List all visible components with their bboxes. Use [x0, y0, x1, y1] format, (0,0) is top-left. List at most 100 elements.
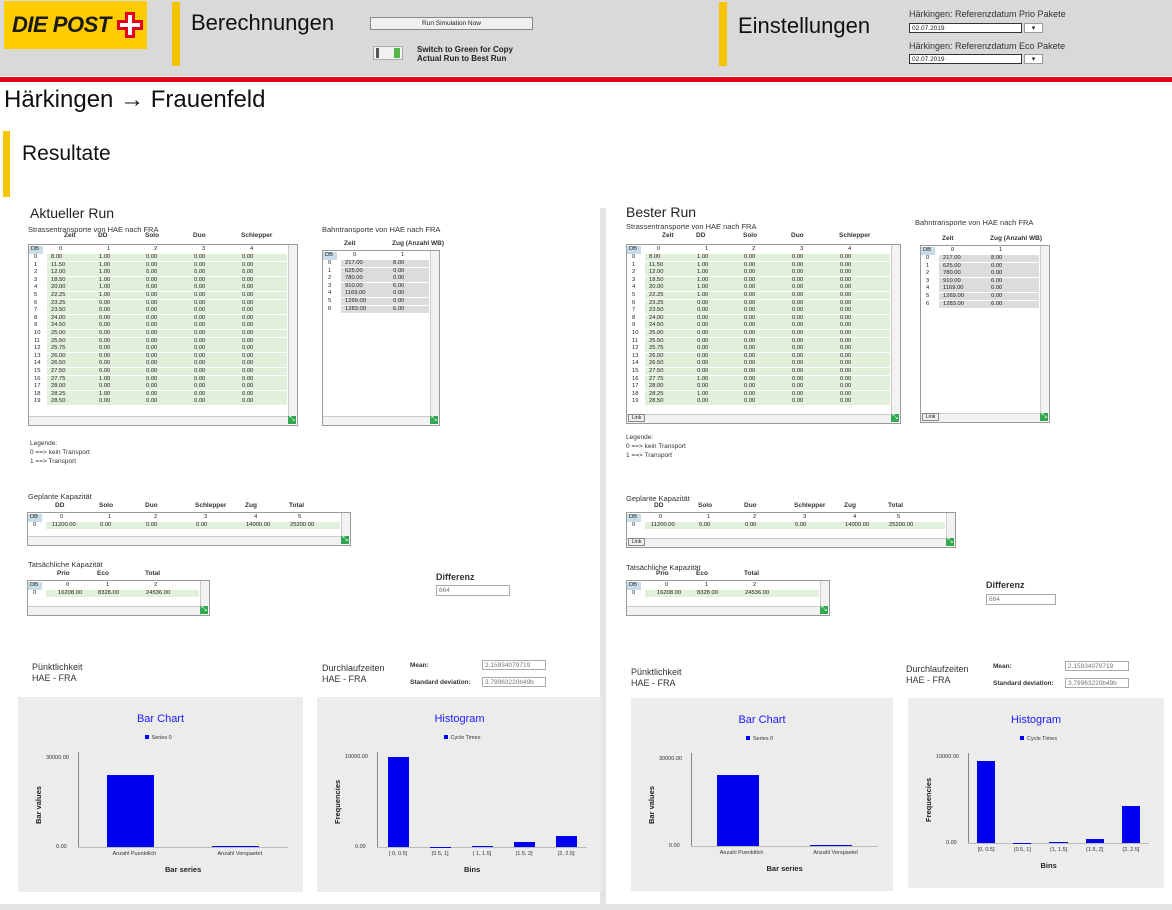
table-row: 9 24.50 0.00 0.00 0.00 0.00	[627, 322, 900, 330]
resize-icon[interactable]: ⤡	[288, 416, 296, 424]
eco-date-dropdown[interactable]: ▾	[1024, 54, 1043, 64]
resize-icon[interactable]: ⤡	[430, 416, 438, 424]
table-cell: 0.00	[697, 330, 709, 336]
y-axis-label: Bar values	[647, 785, 656, 824]
y-tick-label: 0.00	[669, 843, 680, 849]
copy-toggle-switch[interactable]	[373, 46, 403, 60]
table-row: 3 910.00 6.00	[323, 283, 439, 291]
grid-index-cell: 2	[154, 246, 158, 252]
prio-date-field[interactable]: 02.07.2019	[909, 23, 1022, 33]
table-cell: 24.00	[51, 314, 66, 321]
horizontal-scrollbar[interactable]	[627, 414, 892, 423]
kap-col-header: Duo	[744, 502, 757, 509]
link-button[interactable]: Link	[628, 414, 645, 422]
strasse-col-header: DD	[696, 232, 706, 239]
grid-index-cell: 4	[848, 246, 852, 252]
table-cell: 0.00	[194, 337, 206, 344]
vertical-scrollbar[interactable]	[820, 581, 829, 607]
horizontal-scrollbar[interactable]	[627, 606, 821, 615]
table-cell: 14000.00	[246, 522, 271, 528]
table-cell: 1	[926, 262, 930, 269]
vertical-scrollbar[interactable]	[1040, 246, 1049, 414]
table-cell: 8.00	[51, 254, 63, 260]
horizontal-scrollbar[interactable]	[627, 538, 947, 547]
vertical-scrollbar[interactable]	[946, 513, 955, 539]
legend-label: Series 0	[151, 735, 172, 741]
table-cell: 0.00	[146, 254, 158, 260]
tat-col-header: Total	[145, 570, 161, 577]
table-cell: 8328.00	[697, 590, 718, 596]
table-cell: 6.00	[991, 277, 1003, 284]
table-cell: 0.00	[393, 267, 405, 274]
grid-index-cell: 2	[753, 582, 757, 588]
mean-field[interactable]: 2.15934079719	[482, 660, 546, 670]
link-button[interactable]: Link	[922, 413, 939, 421]
resize-icon[interactable]: ⤡	[820, 606, 828, 614]
table-cell: 1169.00	[943, 285, 964, 292]
table-cell: 0.00	[99, 360, 111, 367]
chart-legend: Series 0	[746, 736, 773, 742]
horizontal-scrollbar[interactable]	[28, 606, 201, 615]
table-cell: 3	[632, 276, 636, 283]
table-cell: 1.00	[99, 276, 111, 283]
table-cell: 4	[632, 284, 636, 291]
grid-index-cell: DB	[28, 514, 42, 522]
differenz-field[interactable]: 664	[436, 585, 510, 596]
eco-date-field[interactable]: 02.07.2019	[909, 54, 1022, 64]
table-cell: 0.00	[840, 261, 852, 268]
table-cell: 11200.00	[52, 522, 76, 528]
std-field[interactable]: 3.79963220b49b	[482, 677, 546, 687]
run-simulation-button[interactable]: Run Simulation Now	[370, 17, 533, 30]
resize-icon[interactable]: ⤡	[891, 414, 899, 422]
resize-icon[interactable]: ⤡	[341, 536, 349, 544]
std-field[interactable]: 3.79963220b49b	[1065, 678, 1129, 688]
table-cell: 1283.00	[943, 300, 964, 307]
grid-index-cell: 0	[665, 582, 669, 588]
table-cell: 0.00	[242, 383, 254, 390]
resize-icon[interactable]: ⤡	[1040, 413, 1048, 421]
table-row: 8 24.00 0.00 0.00 0.00 0.00	[29, 314, 297, 323]
vertical-scrollbar[interactable]	[341, 513, 350, 537]
resize-icon[interactable]: ⤡	[200, 606, 208, 614]
resize-icon[interactable]: ⤡	[946, 538, 954, 546]
bahn-table: DB 0 1 0 217.00 8.00 1 625.00 0.00 2 780.00 0.00 3 91…	[322, 250, 440, 426]
route-title: Härkingen → Frauenfeld	[4, 86, 266, 113]
table-cell: 0.00	[744, 284, 756, 291]
table-row: 6 23.25 0.00 0.00 0.00 0.00	[627, 299, 900, 308]
link-button[interactable]: Link	[628, 538, 645, 546]
table-cell: 0.00	[393, 290, 405, 297]
y-axis-label: Frequencies	[924, 777, 933, 822]
table-row: 6 1283.00 6.00	[921, 300, 1049, 309]
table-cell: 23.25	[649, 299, 664, 306]
table-cell: 0.00	[242, 261, 254, 268]
table-cell: 3	[34, 276, 38, 283]
vertical-scrollbar[interactable]	[891, 245, 900, 415]
table-row: 14 26.50 0.00 0.00 0.00 0.00	[29, 360, 297, 368]
strasse-col-header: Schlepper	[241, 232, 273, 239]
chart-bar	[1013, 843, 1032, 844]
vertical-scrollbar[interactable]	[288, 245, 297, 417]
table-cell: 0.00	[792, 254, 804, 260]
horizontal-scrollbar[interactable]	[921, 413, 1041, 422]
table-cell: 0.00	[697, 337, 709, 344]
differenz-field[interactable]: 664	[986, 594, 1056, 605]
table-cell: 0.00	[146, 352, 158, 359]
table-cell: 28.25	[51, 390, 66, 397]
table-cell: 12	[34, 345, 41, 352]
vertical-scrollbar[interactable]	[200, 581, 209, 607]
table-cell: 18.50	[649, 276, 664, 283]
vertical-scrollbar[interactable]	[430, 251, 439, 417]
table-cell: 0.00	[792, 307, 804, 314]
table-row: 16 27.75 1.00 0.00 0.00 0.00	[627, 376, 900, 384]
prio-date-dropdown[interactable]: ▾	[1024, 23, 1043, 33]
horizontal-scrollbar[interactable]	[323, 416, 431, 425]
table-cell: 0	[34, 254, 38, 260]
table-cell: 27.75	[51, 375, 66, 382]
table-cell: 5	[34, 292, 38, 298]
table-cell: 6.00	[393, 305, 405, 312]
mean-field[interactable]: 2.15934079719	[1065, 661, 1129, 671]
horizontal-scrollbar[interactable]	[28, 536, 342, 545]
table-row: 6 1283.00 6.00	[323, 305, 439, 314]
y-axis	[968, 753, 969, 843]
horizontal-scrollbar[interactable]	[29, 416, 289, 425]
